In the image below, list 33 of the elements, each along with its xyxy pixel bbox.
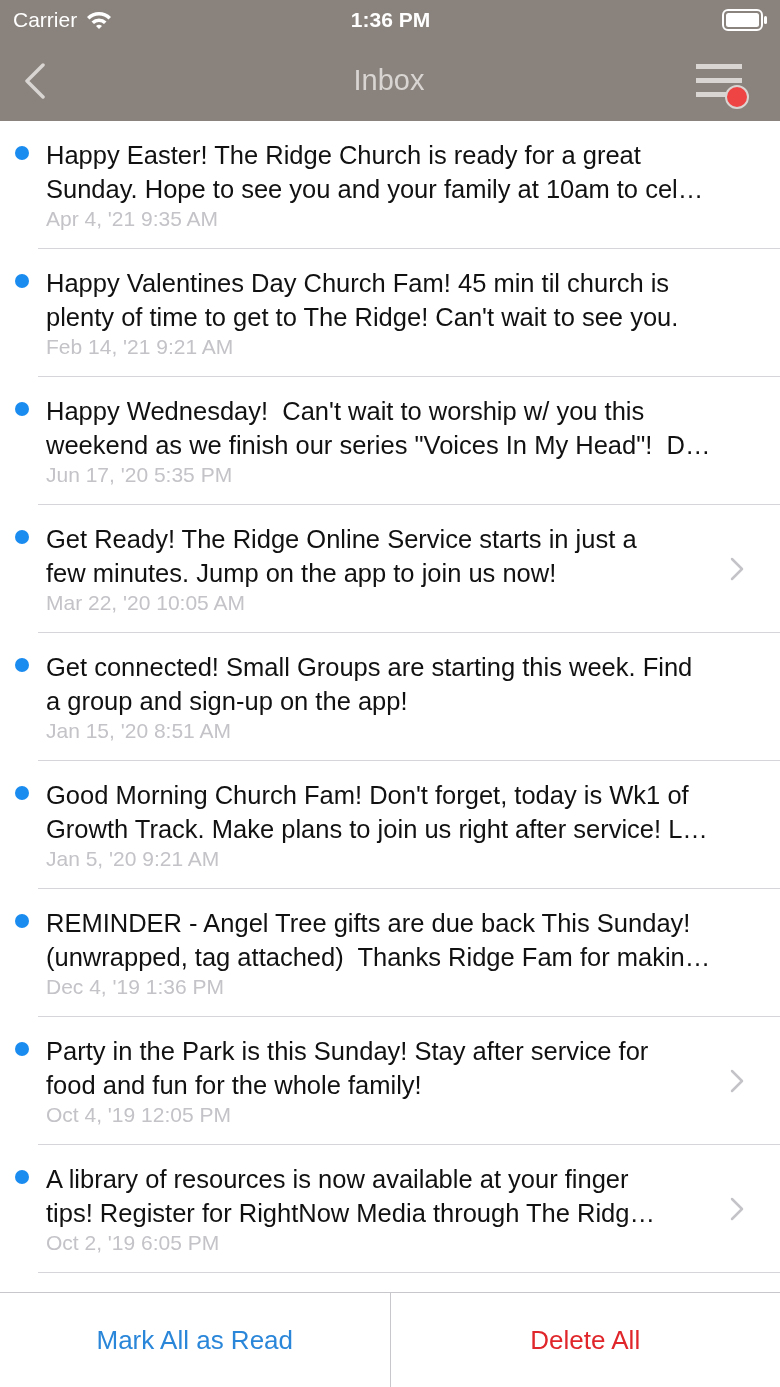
message-date: Dec 4, '19 1:36 PM: [46, 975, 225, 999]
back-button[interactable]: [24, 62, 46, 99]
battery-icon: [722, 9, 768, 31]
message-row[interactable]: REMINDER - Angel Tree gifts are due back This Sunday! (unwrapped, tag attached) Thanks Ridge Fam for makin… Dec 4, '19 1:36 PM: [38, 889, 780, 1017]
message-date: Oct 4, '19 12:05 PM: [46, 1103, 232, 1127]
message-text: Get connected! Small Groups are starting this week. Find a group and sign-up on the app!: [46, 652, 694, 717]
message-date: Jun 17, '20 5:35 PM: [46, 463, 234, 487]
message-date: Mar 22, '20 10:05 AM: [46, 591, 246, 615]
message-row[interactable]: Happy Valentines Day Church Fam! 45 min til church is plenty of time to get to The Ridge! Can't wait to see you. Feb 14, '21 9:21 AM: [38, 249, 780, 377]
message-date: Oct 2, '19 6:05 PM: [46, 1231, 221, 1255]
message-date: Jan 5, '20 9:21 AM: [46, 847, 221, 871]
message-text: Happy Easter! The Ridge Church is ready for a great Sunday. Hope to see you and your family at 10am to cel…: [46, 140, 705, 205]
message-date: Feb 14, '21 9:21 AM: [46, 335, 235, 359]
status-time: 1:36 PM: [350, 8, 431, 32]
message-text: Happy Valentines Day Church Fam! 45 min til church is plenty of time to get to The Ridge! Can't wait to see you.: [46, 268, 680, 333]
message-text: Good Morning Church Fam! Don't forget, today is Wk1 of Growth Track. Make plans to join us right after service! L…: [46, 780, 709, 845]
message-text: Happy Wednesday! Can't wait to worship w/ you this weekend as we finish our series "Voices In My Head"! D…: [46, 396, 712, 461]
message-row[interactable]: Happy Easter! The Ridge Church is ready for a great Sunday. Hope to see you and your family at 10am to cel… Apr 4, '21 9:35 AM: [38, 121, 780, 249]
carrier-label: Carrier: [13, 8, 78, 32]
screen-title: Inbox: [353, 64, 425, 97]
message-row[interactable]: Get Ready! The Ridge Online Service starts in just a few minutes. Jump on the app to join us now! Mar 22, '20 10:05 AM: [38, 505, 780, 633]
wifi-icon: [85, 10, 114, 30]
message-date: Jan 15, '20 8:51 AM: [46, 719, 232, 743]
message-row[interactable]: A library of resources is now available at your finger tips! Register for RightNow Media through The Ridg… Oct 2, '19 6:05 PM: [38, 1145, 780, 1273]
message-row[interactable]: Get connected! Small Groups are starting this week. Find a group and sign-up on the app! Jan 15, '20 8:51 AM: [38, 633, 780, 761]
message-text: Get Ready! The Ridge Online Service starts in just a few minutes. Jump on the app to join us now!: [46, 524, 638, 589]
message-text: Party in the Park is this Sunday! Stay after service for food and fun for the whole family!: [46, 1036, 650, 1101]
message-text: A library of resources is now available at your finger tips! Register for RightNow Media through The Ridg…: [46, 1164, 656, 1229]
message-text: REMINDER - Angel Tree gifts are due back This Sunday! (unwrapped, tag attached) Thanks Ridge Fam for makin…: [46, 908, 712, 973]
message-date: Apr 4, '21 9:35 AM: [46, 207, 220, 231]
message-row[interactable]: Party in the Park is this Sunday! Stay after service for food and fun for the whole family! Oct 4, '19 12:05 PM: [38, 1017, 780, 1145]
message-row[interactable]: Happy Wednesday! Can't wait to worship w/ you this weekend as we finish our series "Voices In My Head"! D… Jun 17, '20 5:35 PM: [38, 377, 780, 505]
message-row[interactable]: Good Morning Church Fam! Don't forget, today is Wk1 of Growth Track. Make plans to join us right after service! L… Jan 5, '20 9:21 AM: [38, 761, 780, 889]
